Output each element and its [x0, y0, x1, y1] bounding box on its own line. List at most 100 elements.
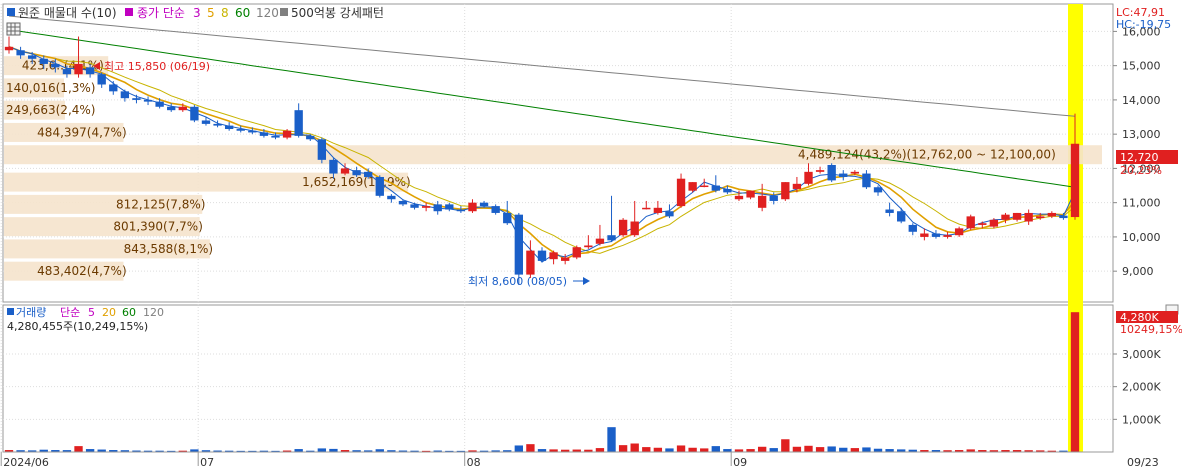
- candle-body: [352, 170, 361, 176]
- candle-body: [676, 178, 686, 207]
- volume-bar: [688, 447, 697, 452]
- candle-body: [306, 135, 315, 140]
- candle-body: [850, 171, 860, 174]
- pattern-swatch: [280, 8, 288, 16]
- candle-body: [340, 168, 350, 174]
- candle-body: [236, 129, 245, 131]
- candle-body: [410, 204, 419, 208]
- candle-body: [723, 188, 732, 193]
- candle-body: [630, 221, 639, 236]
- candle-body: [375, 176, 384, 196]
- volume-current: 4,280,455주(10,249,15%): [7, 320, 148, 333]
- candle-body: [665, 211, 674, 217]
- candle-body: [445, 204, 454, 210]
- candle-body: [1070, 143, 1080, 218]
- candle-body: [213, 123, 222, 126]
- price-tick-label: 11,000: [1122, 197, 1161, 210]
- candle-body: [804, 171, 813, 184]
- price-tick-label: 9,000: [1122, 265, 1154, 278]
- candle-body: [989, 219, 999, 227]
- volume-ma-5: 5: [88, 306, 95, 319]
- volume-ma-label: 단순: [60, 306, 80, 319]
- ma-period-8: 8: [221, 6, 229, 20]
- candle-body: [711, 185, 720, 191]
- volume-panel-frame: [2, 304, 1114, 453]
- candle-body: [317, 139, 327, 160]
- candle-body: [792, 183, 802, 189]
- volume-bar: [642, 447, 651, 452]
- candle-body: [294, 110, 303, 136]
- volume-bar: [514, 445, 523, 452]
- volume-ma-120: 120: [143, 306, 164, 319]
- volume-profile-label: 140,016(1,3%): [6, 81, 95, 95]
- volume-profile-label: 843,588(8,1%): [124, 242, 213, 256]
- table-icon[interactable]: [6, 22, 21, 36]
- candle-body: [143, 99, 153, 102]
- volume-pct: 10249,15%: [1120, 323, 1182, 336]
- volume-bar: [862, 447, 871, 452]
- candle-body: [746, 190, 755, 198]
- volume-bar: [769, 448, 778, 452]
- date-tick-label: 08: [467, 456, 481, 469]
- volume-profile-label: 483,402(4,7%): [37, 264, 126, 278]
- candle-body: [897, 211, 906, 222]
- candle-body: [248, 130, 257, 133]
- ma-period-5: 5: [207, 6, 215, 20]
- volume-profile-label: 484,397(4,7%): [37, 125, 126, 139]
- volume-bar: [711, 446, 720, 452]
- date-tick-label: 09/23: [1127, 456, 1159, 469]
- candle-body: [537, 250, 547, 261]
- candle-body: [433, 204, 442, 212]
- volume-bar: [595, 448, 605, 452]
- price-pct: 20,23%: [1120, 164, 1162, 177]
- volume-bar: [827, 446, 836, 452]
- volume-bar: [804, 445, 813, 452]
- candle-body: [1047, 212, 1056, 217]
- volume-tick-label: 3,000K: [1122, 348, 1161, 361]
- volume-axis: 1,000K 2,000K 3,000K: [1113, 348, 1161, 426]
- candle-body: [259, 132, 269, 136]
- candle-body: [920, 233, 929, 237]
- volume-bar: [526, 444, 535, 452]
- candle-body: [491, 206, 500, 213]
- candle-body: [190, 106, 199, 121]
- volume-profile-label: 249,663(2,4%): [6, 103, 95, 117]
- price-tick-label: 10,000: [1122, 231, 1161, 244]
- series-label: 원준 매물대 수(10): [18, 6, 117, 20]
- price-badge: 12,720: [1120, 151, 1159, 164]
- volume-bar: [792, 446, 802, 452]
- legend-swatch: [7, 8, 15, 16]
- volume-bar: [839, 447, 848, 452]
- candle-body: [479, 202, 489, 207]
- volume-bar: [630, 443, 639, 452]
- candle-body: [978, 223, 987, 225]
- candle-body: [966, 216, 975, 229]
- volume-profile-label: 1,652,169(15,9%): [302, 175, 411, 189]
- candle-body: [954, 228, 964, 236]
- volume-bar: [815, 447, 825, 452]
- candle-body: [734, 195, 744, 200]
- candle-body: [16, 50, 25, 56]
- volume-title: 거래량: [16, 306, 46, 319]
- price-legend: 원준 매물대 수(10) 종가 단순 3 5 8 60 120 500억봉 강세…: [7, 6, 384, 20]
- ma-label: 종가 단순: [137, 6, 185, 20]
- candle-body: [201, 120, 211, 124]
- candle-body: [769, 195, 778, 201]
- candle-body: [74, 63, 83, 75]
- ma-period-60: 60: [235, 6, 250, 20]
- candle-body: [178, 106, 187, 111]
- volume-tick-label: 2,000K: [1122, 381, 1161, 394]
- volume-bar: [850, 448, 860, 452]
- date-tick-label: 09: [733, 456, 747, 469]
- volume-ma-60: 60: [122, 306, 136, 319]
- candle-body: [1001, 214, 1010, 220]
- candle-body: [398, 200, 408, 205]
- candle-body: [39, 58, 48, 64]
- ma-swatch: [125, 8, 133, 16]
- candle-body: [595, 238, 605, 244]
- candle-body: [271, 135, 280, 138]
- candle-body: [526, 250, 535, 275]
- candle-body: [85, 67, 95, 75]
- candle-body: [781, 182, 790, 200]
- date-axis: 2024/06 07 08 09 09/23: [0, 451, 1159, 469]
